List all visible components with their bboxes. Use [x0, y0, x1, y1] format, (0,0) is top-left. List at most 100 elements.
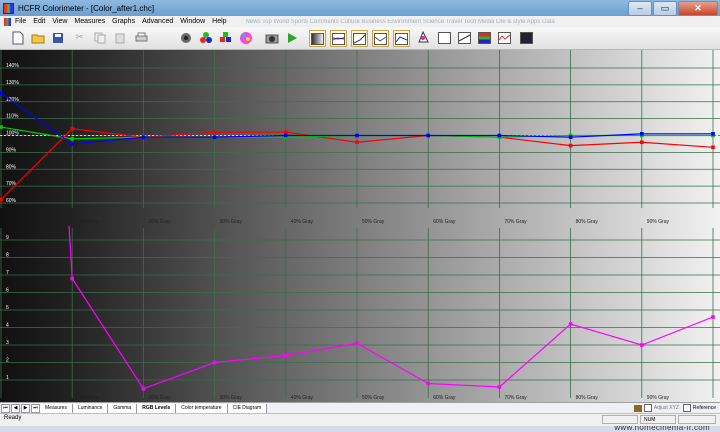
y-tick-label: 140% [6, 63, 19, 69]
spectrum-icon[interactable] [497, 30, 512, 45]
app-icon[interactable] [3, 2, 14, 14]
menu-edit[interactable]: Edit [33, 18, 45, 25]
new-file-icon[interactable] [10, 30, 25, 45]
open-folder-icon[interactable] [30, 30, 45, 45]
menu-graphs[interactable]: Graphs [112, 18, 135, 25]
tab-gamma[interactable]: Gamma [108, 403, 138, 413]
close-button[interactable]: ✕ [678, 1, 718, 16]
menu-view[interactable]: View [52, 18, 67, 25]
maximize-button[interactable]: ▭ [653, 1, 677, 16]
data-point [70, 276, 74, 281]
play-icon[interactable] [284, 30, 299, 45]
adjust-xyz-checkbox[interactable] [643, 404, 652, 412]
data-point [426, 133, 430, 138]
status-text: Ready [4, 415, 22, 421]
data-point [497, 385, 502, 389]
last-tab-arrow[interactable]: ⏭ [31, 403, 40, 413]
data-point [212, 360, 217, 365]
toolbar: ✂ [0, 27, 720, 50]
tab-measures[interactable]: Measures [40, 403, 73, 413]
y-tick-label: 130% [6, 80, 19, 86]
x-tick-label: 70% Gray [504, 219, 527, 225]
data-point [640, 343, 644, 347]
menu-file[interactable]: File [15, 18, 26, 25]
colortemp-graph-icon[interactable] [416, 30, 431, 45]
data-point [284, 353, 288, 358]
y-tick-label: 80% [6, 164, 17, 170]
window-graph-icon[interactable] [519, 30, 534, 45]
x-tick-label: 90% Gray [647, 219, 670, 225]
rgb-levels-chart: 140%130%120%110%100%90%80%70%60%10% Gray… [0, 50, 720, 402]
first-tab-arrow[interactable]: ⏮ [1, 403, 10, 413]
data-point [70, 142, 74, 146]
data-point [355, 133, 359, 138]
y-tick-label: 60% [6, 198, 17, 204]
x-tick-label: 10% Gray [77, 395, 100, 401]
data-point [497, 133, 502, 138]
y-tick-label: 3 [6, 340, 9, 346]
x-tick-label: 10% Gray [77, 219, 100, 225]
color-palette-icon[interactable] [238, 30, 253, 45]
menu-window[interactable]: Window [180, 18, 205, 25]
menu-help[interactable]: Help [212, 18, 226, 25]
cie-graph-icon[interactable] [393, 30, 410, 47]
data-point [0, 125, 3, 129]
x-tick-label: 60% Gray [433, 219, 456, 225]
adjust-xyz-label: Adjust XYZ [653, 405, 679, 411]
data-point [711, 315, 715, 319]
x-tick-label: 40% Gray [291, 395, 314, 401]
x-tick-label: 30% Gray [220, 395, 243, 401]
x-tick-label: 70% Gray [504, 395, 527, 401]
grayscale-background [0, 50, 720, 402]
data-point [640, 140, 644, 145]
menu-measures[interactable]: Measures [74, 18, 105, 25]
near-black-icon[interactable] [477, 30, 492, 45]
tab-rgb-levels[interactable]: RGB Levels [137, 403, 177, 413]
data-point [355, 140, 359, 145]
status-panel-3 [678, 415, 716, 424]
status-panel-1 [602, 415, 638, 424]
cut-icon[interactable]: ✂ [72, 30, 87, 45]
paste-icon[interactable] [112, 30, 127, 45]
color-balls-icon[interactable] [198, 30, 213, 45]
title-bar: HCFR Colorimeter - [Color_after1.chc] – … [0, 0, 720, 16]
tab-cie-diagram[interactable]: CIE Diagram [227, 403, 268, 413]
status-num: NUM [640, 415, 676, 424]
data-point [141, 135, 146, 139]
tab-luminance[interactable]: Luminance [72, 403, 109, 413]
tab-color-temperature[interactable]: Color temperature [176, 403, 228, 413]
measure-graph-icon[interactable] [437, 30, 452, 45]
save-icon[interactable] [50, 30, 65, 45]
copy-icon[interactable] [92, 30, 107, 45]
data-point [284, 133, 288, 138]
y-tick-label: 1 [6, 375, 9, 381]
next-tab-arrow[interactable]: ▶ [21, 403, 30, 413]
background-text: News Top World Sports Comments Culture B… [245, 18, 555, 25]
menu-advanced[interactable]: Advanced [142, 18, 173, 25]
sensor-small-icon [633, 404, 642, 412]
data-point [212, 135, 217, 139]
data-point [640, 132, 644, 136]
color-cubes-icon[interactable] [218, 30, 233, 45]
sensor-icon[interactable] [178, 30, 193, 45]
rgb-graph-icon[interactable] [330, 30, 347, 47]
reference-checkbox[interactable] [682, 404, 691, 412]
print-icon[interactable] [134, 30, 149, 45]
gamma-graph-icon[interactable] [351, 30, 368, 47]
minimize-button[interactable]: – [628, 1, 652, 16]
y-tick-label: 5 [6, 305, 9, 311]
saturation-graph-icon[interactable] [457, 30, 472, 45]
prev-tab-arrow[interactable]: ◀ [11, 403, 20, 413]
data-point [141, 386, 146, 391]
data-point [70, 137, 74, 141]
menu-bar: File Edit View Measures Graphs Advanced … [0, 16, 720, 27]
camera-icon[interactable] [264, 30, 279, 45]
reference-label: Reference [692, 405, 716, 411]
luminance-graph-icon[interactable] [372, 30, 389, 47]
data-point [426, 381, 430, 386]
y-tick-label: 4 [6, 323, 9, 329]
x-tick-label: 80% Gray [576, 395, 599, 401]
grayscale-graph-icon[interactable] [309, 30, 326, 47]
y-tick-label: 8 [6, 253, 9, 259]
document-icon[interactable] [4, 17, 11, 26]
